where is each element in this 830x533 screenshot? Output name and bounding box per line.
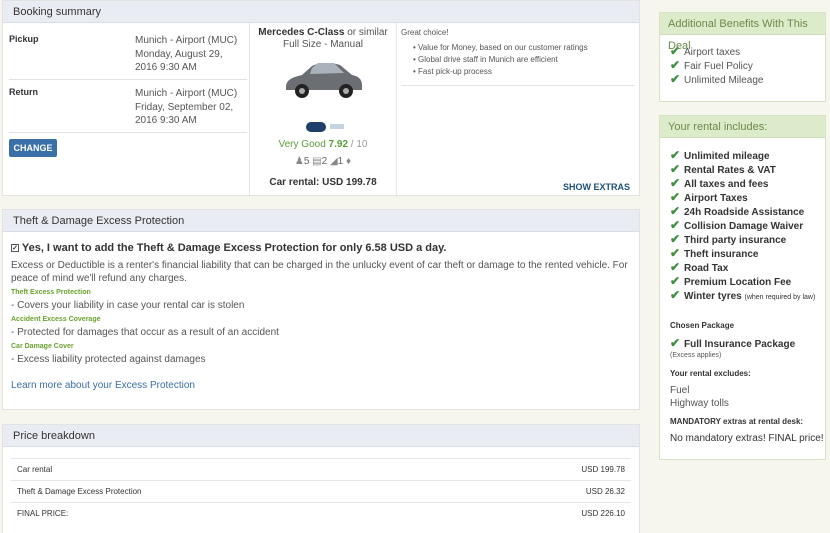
excludes-list: Fuel Highway tolls xyxy=(670,385,729,411)
chosen-package: ✔ Full Insurance Package xyxy=(670,336,796,350)
include-row: ✔ 24h Roadside Assistance xyxy=(670,204,805,218)
additional-benefits-title: Additional Benefits With This Deal xyxy=(660,13,825,52)
price-breakdown-panel: Price breakdown Car rental USD 199.78 Th… xyxy=(2,424,640,533)
protection-text: - Excess liability protected against dam… xyxy=(11,354,206,365)
include-row: ✔ Road Tax xyxy=(670,260,729,274)
include-row: ✔ Winter tyres (when required by law) xyxy=(670,288,816,302)
benefit-item: • Fast pick-up process xyxy=(413,67,492,76)
include-row: ✔ Collision Damage Waiver xyxy=(670,218,804,232)
great-choice-heading: Great choice! xyxy=(401,28,449,37)
bags-icon: ▤ xyxy=(312,156,322,167)
benefit-row: ✔ Unlimited Mileage xyxy=(670,72,764,86)
bags-count: 2 xyxy=(321,156,328,167)
final-price-row: FINAL PRICE: USD 226.10 xyxy=(11,502,631,524)
price-breakdown-title: Price breakdown xyxy=(3,425,639,447)
car-rental-price: Car rental: USD 199.78 xyxy=(269,177,377,188)
exclude-item: Highway tolls xyxy=(670,398,729,409)
protection-description: Excess or Deductible is a renter's finan… xyxy=(11,260,628,284)
theft-protection-title: Theft & Damage Excess Protection xyxy=(3,210,639,232)
show-extras-link[interactable]: SHOW EXTRAS xyxy=(563,182,630,192)
fuel-icon: ♦ xyxy=(346,156,352,167)
protection-checkbox-label: Yes, I want to add the Theft & Damage Ex… xyxy=(21,242,447,254)
doors-icon: ◢ xyxy=(329,156,338,167)
change-button[interactable]: CHANGE xyxy=(9,139,57,157)
include-row: ✔ Third party insurance xyxy=(670,232,787,246)
check-icon: ✔ xyxy=(670,288,681,302)
price-row: Theft & Damage Excess Protection USD 26.… xyxy=(11,480,631,502)
pickup-location: Munich - Airport (MUC) xyxy=(135,35,238,46)
check-icon: ✔ xyxy=(670,260,681,274)
benefit-item: • Value for Money, based on our customer… xyxy=(413,43,588,52)
rating-text: Very Good xyxy=(278,139,326,150)
return-label: Return xyxy=(9,87,38,97)
chosen-package-note: (Excess applies) xyxy=(670,352,722,359)
excludes-label: Your rental excludes: xyxy=(670,369,751,378)
check-icon: ✔ xyxy=(670,72,681,86)
supplier-logo xyxy=(306,122,326,132)
seats-icon: ♟ xyxy=(294,156,304,167)
car-image xyxy=(286,63,362,98)
theft-protection-panel: Theft & Damage Excess Protection ✓ Yes, … xyxy=(2,209,640,410)
pickup-label: Pickup xyxy=(9,34,39,44)
check-icon: ✔ xyxy=(670,44,681,58)
return-location: Munich - Airport (MUC) xyxy=(135,88,238,99)
car-name: Mercedes C-Class xyxy=(258,27,345,38)
include-row: ✔ Unlimited mileage xyxy=(670,148,770,162)
check-icon: ✔ xyxy=(670,274,681,288)
benefit-row: ✔ Fair Fuel Policy xyxy=(670,58,753,72)
protection-heading: Car Damage Cover xyxy=(11,343,74,350)
protection-checkbox[interactable]: ✓ xyxy=(11,244,19,252)
car-column: Mercedes C-Class or similar Full Size - … xyxy=(249,23,397,197)
check-icon: ✔ xyxy=(670,336,681,350)
include-row: ✔ Rental Rates & VAT xyxy=(670,162,776,176)
protection-text: - Covers your liability in case your ren… xyxy=(11,300,245,311)
protection-heading: Accident Excess Coverage xyxy=(11,316,101,323)
booking-summary-title: Booking summary xyxy=(3,1,639,23)
additional-benefits-panel: Additional Benefits With This Deal ✔ Airp… xyxy=(659,12,826,102)
exclude-item: Fuel xyxy=(670,385,690,396)
benefit-row: ✔ Airport taxes xyxy=(670,44,741,58)
rental-includes-title: Your rental includes: xyxy=(660,116,825,138)
check-icon: ✔ xyxy=(670,204,681,218)
check-icon: ✔ xyxy=(670,176,681,190)
include-row: ✔ Premium Location Fee xyxy=(670,274,792,288)
chosen-package-label: Chosen Package xyxy=(670,321,735,330)
doors-count: 1 xyxy=(337,156,344,167)
benefit-item: • Global drive staff in Munich are effic… xyxy=(413,55,558,64)
pickup-date: Monday, August 29, 2016 9:30 AM xyxy=(135,49,223,73)
rental-includes-panel: Your rental includes: ✔ Unlimited mileage… xyxy=(659,115,826,460)
mandatory-label: MANDATORY extras at rental desk: xyxy=(670,417,804,426)
learn-more-link[interactable]: Learn more about your Excess Protection xyxy=(11,380,195,391)
benefit-list: • Value for Money, based on our customer… xyxy=(413,43,588,79)
check-icon: ✔ xyxy=(670,190,681,204)
check-icon: ✔ xyxy=(670,232,681,246)
rating-max: / 10 xyxy=(350,139,368,150)
include-row: ✔ Theft insurance xyxy=(670,246,759,260)
booking-summary-panel: Booking summary Pickup Munich - Airport … xyxy=(2,0,640,197)
check-icon: ✔ xyxy=(670,246,681,260)
return-date: Friday, September 02, 2016 9:30 AM xyxy=(135,102,234,126)
car-similar: or similar xyxy=(347,27,388,38)
check-icon: ✔ xyxy=(670,218,681,232)
seats-count: 5 xyxy=(303,156,310,167)
car-class: Full Size - Manual xyxy=(282,39,364,50)
include-row: ✔ Airport Taxes xyxy=(670,190,748,204)
check-icon: ✔ xyxy=(670,162,681,176)
rating-score: 7.92 xyxy=(328,139,349,150)
protection-text: - Protected for damages that occur as a … xyxy=(11,327,279,338)
check-icon: ✔ xyxy=(670,58,681,72)
price-row: Car rental USD 199.78 xyxy=(11,458,631,480)
protection-heading: Theft Excess Protection xyxy=(11,289,91,296)
check-icon: ✔ xyxy=(670,148,681,162)
mandatory-text: No mandatory extras! FINAL price! xyxy=(670,433,824,444)
include-row: ✔ All taxes and fees xyxy=(670,176,769,190)
